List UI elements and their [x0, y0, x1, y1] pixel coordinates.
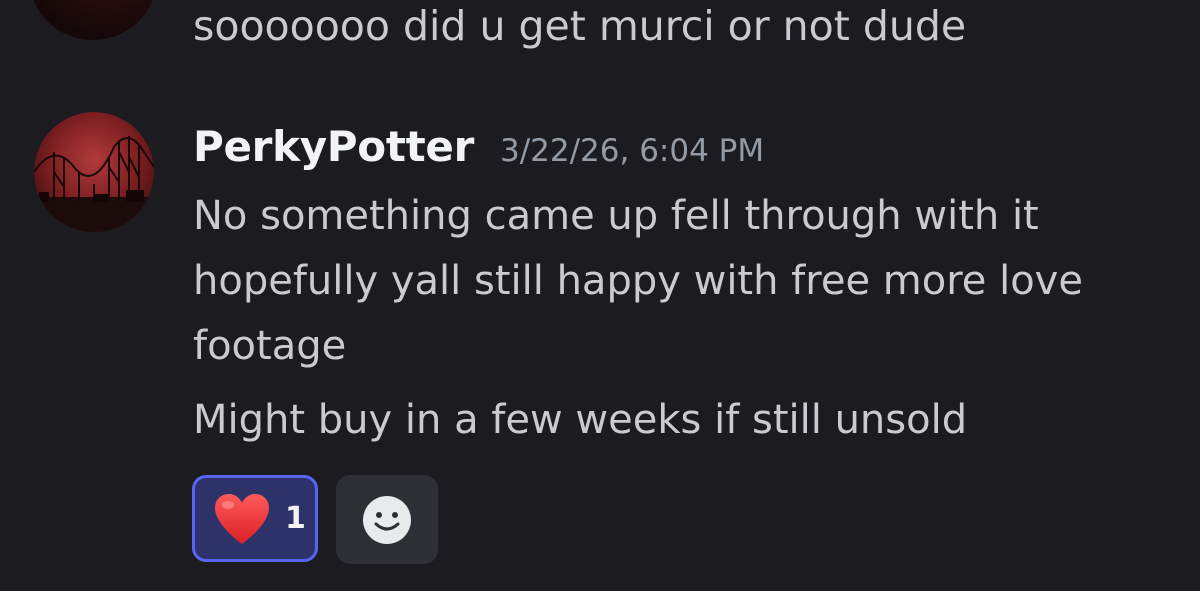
heart-emoji-icon: [215, 493, 269, 544]
smiley-icon: [363, 495, 411, 544]
previous-author-avatar[interactable]: [30, 0, 156, 40]
add-reaction-button[interactable]: [336, 475, 438, 564]
message-header: PerkyPotter 3/22/26, 6:04 PM: [193, 122, 764, 178]
roller-coaster-image: [34, 112, 154, 232]
author-avatar[interactable]: [34, 112, 154, 232]
message-text: No something came up fell through with i…: [193, 193, 1083, 369]
reaction-count: 1: [285, 501, 306, 536]
message-text: Might buy in a few weeks if still unsold: [193, 397, 968, 443]
heart-reaction-button[interactable]: 1: [192, 475, 318, 562]
timestamp: 3/22/26, 6:04 PM: [499, 133, 765, 169]
previous-message-text: sooooooo did u get murci or not dude: [193, 2, 967, 50]
username[interactable]: PerkyPotter: [193, 122, 474, 171]
